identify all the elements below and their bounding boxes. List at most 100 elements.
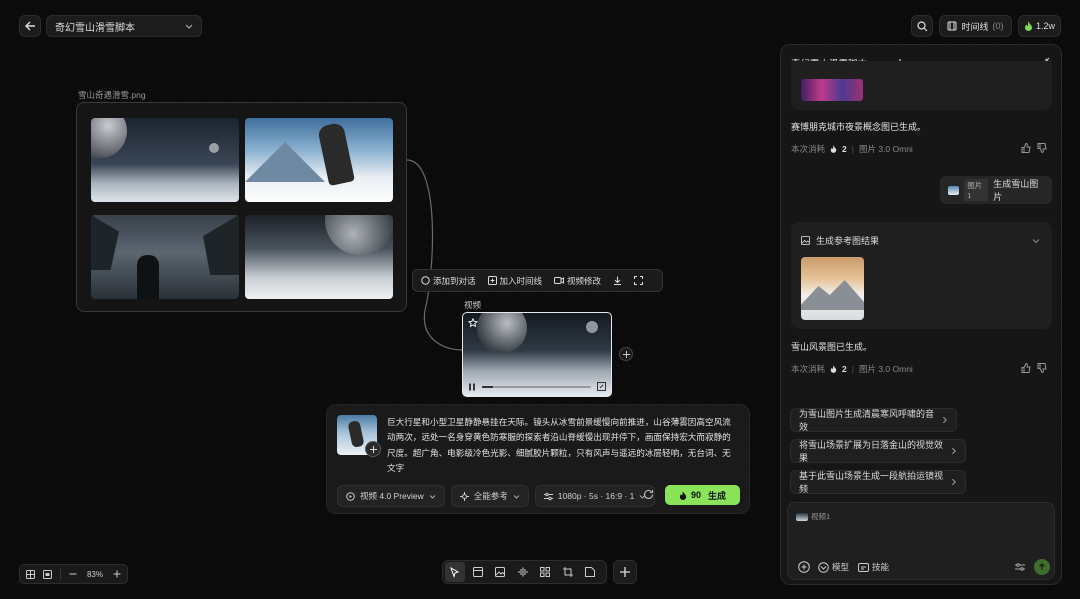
project-title: 奇幻雪山滑雪脚本 bbox=[55, 22, 135, 34]
film-icon bbox=[947, 21, 957, 31]
star-icon[interactable] bbox=[468, 318, 478, 328]
chevron-right-icon bbox=[952, 447, 957, 455]
add-to-timeline-label: 加入时间线 bbox=[499, 275, 543, 286]
message-meta-2: 本次消耗 2 | 图片 3.0 Omni bbox=[791, 363, 913, 375]
add-circle-icon[interactable] bbox=[798, 561, 810, 573]
image-ref-chip: 图片1 bbox=[964, 179, 989, 201]
settings-sliders-icon[interactable] bbox=[1015, 562, 1025, 572]
pause-icon[interactable] bbox=[468, 383, 476, 391]
grid-view-icon[interactable] bbox=[26, 569, 35, 579]
suggestion-1[interactable]: 为雪山图片生成清晨寒风呼啸的音效 bbox=[790, 408, 957, 432]
generate-button[interactable]: 90 生成 bbox=[665, 485, 740, 505]
suggestion-3[interactable]: 基于此雪山场景生成一段航拍运镜视频 bbox=[790, 470, 966, 494]
suggestion-2[interactable]: 将雪山场景扩展为日落金山的视觉效果 bbox=[790, 439, 966, 463]
expand-icon[interactable] bbox=[597, 382, 606, 391]
note-icon bbox=[585, 567, 595, 577]
download-button[interactable] bbox=[613, 276, 622, 285]
model-button[interactable]: 模型 bbox=[818, 561, 849, 573]
add-to-chat-button[interactable]: 添加到对话 bbox=[421, 275, 476, 287]
thumbs-up-icon[interactable] bbox=[1021, 143, 1031, 153]
crop-tool[interactable] bbox=[558, 562, 578, 582]
attached-video-chip[interactable]: 视频1 bbox=[796, 511, 830, 522]
credits-button[interactable]: 1.2w bbox=[1018, 15, 1061, 37]
audio-tool[interactable] bbox=[513, 562, 533, 582]
crop-icon bbox=[562, 567, 573, 577]
note-tool[interactable] bbox=[580, 562, 600, 582]
image-thumb-3[interactable] bbox=[91, 215, 239, 299]
cyberpunk-thumb[interactable] bbox=[801, 79, 863, 101]
zoom-out-icon[interactable] bbox=[69, 570, 77, 578]
timeline-button[interactable]: 时间线 (0) bbox=[939, 15, 1012, 37]
video-edit-button[interactable]: 视频修改 bbox=[554, 275, 601, 287]
frame-tool[interactable] bbox=[468, 562, 488, 582]
back-button[interactable] bbox=[19, 15, 41, 37]
video-ref-label: 视频1 bbox=[811, 512, 831, 521]
arrow-left-icon bbox=[25, 21, 35, 31]
chevron-right-icon bbox=[943, 416, 948, 424]
video-node[interactable] bbox=[462, 312, 612, 397]
minimap-icon[interactable] bbox=[43, 569, 52, 579]
model-button-label: 模型 bbox=[832, 562, 850, 572]
search-button[interactable] bbox=[911, 15, 933, 37]
image-ref-thumb bbox=[948, 185, 960, 195]
reference-select[interactable]: 全能参考 bbox=[450, 485, 529, 507]
flame-icon bbox=[679, 490, 687, 500]
image-node-label: 雪山奇遇滑雪.png bbox=[78, 90, 146, 100]
image-tool[interactable] bbox=[490, 562, 510, 582]
timeline-label: 时间线 bbox=[961, 21, 989, 32]
send-arrow-icon bbox=[1039, 563, 1045, 570]
video-node-label: 视频 bbox=[464, 300, 482, 310]
add-to-timeline-button[interactable]: 加入时间线 bbox=[487, 275, 543, 287]
video-progress-bar[interactable] bbox=[482, 385, 591, 388]
frame-icon bbox=[472, 567, 483, 577]
add-tool-button[interactable] bbox=[613, 560, 637, 584]
add-to-chat-label: 添加到对话 bbox=[433, 275, 476, 286]
result-card-header[interactable]: 生成参考图结果 bbox=[801, 234, 879, 247]
video-ref-thumb bbox=[796, 512, 808, 521]
result-thumb[interactable] bbox=[801, 257, 864, 320]
chevron-down-icon[interactable] bbox=[1032, 237, 1040, 245]
flame-icon bbox=[830, 145, 837, 153]
project-title-dropdown[interactable]: 奇幻雪山滑雪脚本 bbox=[46, 15, 202, 37]
thumbs-down-icon[interactable] bbox=[1037, 363, 1047, 373]
skill-icon bbox=[858, 562, 869, 572]
model-select[interactable]: 视频 4.0 Preview bbox=[337, 485, 445, 507]
thumbs-up-icon[interactable] bbox=[1021, 363, 1031, 373]
planet-shape bbox=[325, 215, 393, 255]
chevron-right-icon bbox=[952, 478, 957, 486]
audio-wave-icon bbox=[518, 567, 527, 577]
settings-label: 1080p · 5s · 16:9 · 1 bbox=[557, 491, 635, 501]
download-icon bbox=[614, 276, 622, 285]
image-icon bbox=[495, 567, 505, 577]
chat-input-box[interactable]: 视频1 模型 技能 bbox=[787, 502, 1055, 580]
cost-label: 本次消耗 bbox=[791, 364, 826, 374]
add-reference-button[interactable] bbox=[365, 441, 381, 457]
zoom-in-icon[interactable] bbox=[113, 570, 121, 578]
cliff-left-shape bbox=[91, 215, 119, 270]
grid-tool[interactable] bbox=[535, 562, 555, 582]
fullscreen-button[interactable] bbox=[634, 276, 644, 285]
thumbs-down-icon[interactable] bbox=[1037, 143, 1047, 153]
image-thumb-1[interactable] bbox=[91, 118, 239, 202]
image-icon bbox=[801, 236, 810, 245]
mountain-shape bbox=[245, 142, 325, 182]
add-node-button[interactable] bbox=[619, 347, 633, 361]
image-thumb-2[interactable] bbox=[245, 118, 393, 202]
image-thumb-4[interactable] bbox=[245, 215, 393, 299]
prompt-text[interactable]: 巨大行星和小型卫星静静悬挂在天际。镜头从冰雪前景缓慢向前推进，山谷薄雾因高空风流… bbox=[387, 415, 739, 476]
result-card: 生成参考图结果 bbox=[791, 222, 1052, 329]
send-button[interactable] bbox=[1034, 559, 1050, 575]
select-tool[interactable] bbox=[445, 562, 465, 582]
user-message: 图片1 生成雪山图片 bbox=[940, 176, 1052, 204]
result-card-title: 生成参考图结果 bbox=[816, 236, 880, 246]
settings-select[interactable]: 1080p · 5s · 16:9 · 1 bbox=[534, 485, 656, 507]
refresh-icon bbox=[643, 489, 654, 499]
divider: | bbox=[851, 364, 854, 374]
image-node[interactable] bbox=[76, 102, 407, 312]
video-edit-icon bbox=[554, 277, 565, 284]
flame-icon bbox=[1024, 21, 1032, 31]
cost-value: 2 bbox=[842, 364, 847, 374]
refresh-button[interactable] bbox=[643, 489, 654, 500]
node-connector bbox=[406, 159, 463, 351]
skill-button[interactable]: 技能 bbox=[858, 561, 889, 573]
